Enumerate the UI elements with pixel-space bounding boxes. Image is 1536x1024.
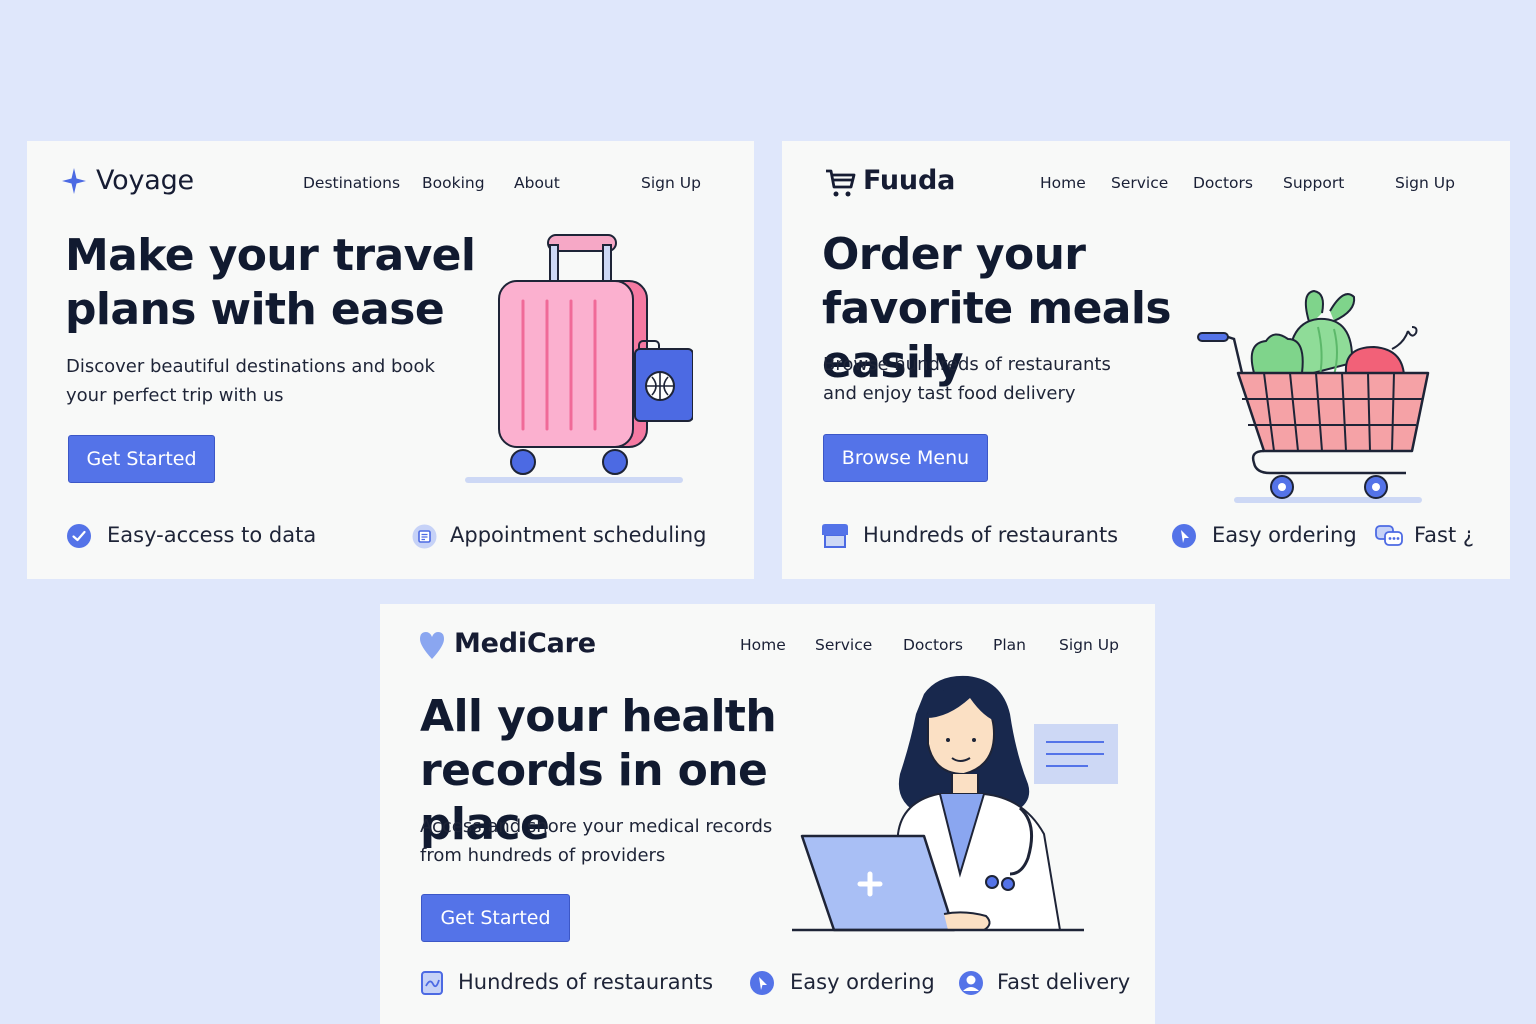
feature-restaurants: Hundreds of restaurants — [863, 523, 1119, 547]
nav-about[interactable]: About — [514, 174, 560, 192]
nav-sign-up[interactable]: Sign Up — [641, 174, 701, 192]
nav-sign-up[interactable]: Sign Up — [1395, 174, 1455, 192]
feature-restaurants: Hundreds of restaurants — [458, 970, 714, 994]
suitcase-passport-illustration — [463, 229, 693, 489]
user-icon — [958, 970, 984, 996]
nav-home[interactable]: Home — [1040, 174, 1086, 192]
doctor-laptop-illustration — [788, 674, 1128, 936]
feature-easy-ordering: Easy ordering — [790, 970, 935, 994]
pointer-icon — [749, 970, 775, 996]
feature-fast-delivery: Fast delivery — [997, 970, 1131, 994]
sparkle-icon — [61, 167, 87, 195]
feature-appointment: Appointment scheduling — [450, 523, 707, 547]
nav-doctors[interactable]: Doctors — [1193, 174, 1253, 192]
voyage-logo-text[interactable]: Voyage — [96, 165, 194, 196]
hero-subtitle: Discover beautiful destinations and book… — [66, 356, 435, 406]
calendar-icon — [412, 524, 437, 549]
feature-easy-ordering: Easy ordering — [1212, 523, 1357, 547]
pointer-icon — [1171, 523, 1197, 549]
voyage-card: Voyage Destinations Booking About Sign U… — [27, 141, 754, 579]
chat-icon — [1375, 523, 1403, 549]
medicare-logo-text[interactable]: MediCare — [454, 628, 596, 659]
store-icon — [821, 523, 849, 549]
get-started-button[interactable]: Get Started — [421, 894, 570, 942]
check-circle-icon — [66, 523, 92, 549]
feature-fast: Fast ¿ — [1414, 523, 1475, 547]
medicare-card: MediCare Home Service Doctors Plan Sign … — [380, 604, 1155, 1024]
nav-sign-up[interactable]: Sign Up — [1059, 636, 1119, 654]
nav-destinations[interactable]: Destinations — [303, 174, 400, 192]
hero-subtitle: Access and shore your medical records fr… — [420, 816, 773, 866]
nav-booking[interactable]: Booking — [422, 174, 485, 192]
nav-home[interactable]: Home — [740, 636, 786, 654]
fuuda-card: Fuuda Home Service Doctors Support Sign … — [782, 141, 1510, 579]
browse-menu-button[interactable]: Browse Menu — [823, 434, 988, 482]
get-started-button[interactable]: Get Started — [68, 435, 215, 483]
fuuda-logo-text[interactable]: Fuuda — [863, 165, 955, 196]
hero-title: Make your travel plans with ease — [65, 230, 476, 335]
feature-easy-access: Easy-access to data — [107, 523, 317, 547]
nav-service[interactable]: Service — [815, 636, 872, 654]
nav-plan[interactable]: Plan — [993, 636, 1026, 654]
nav-support[interactable]: Support — [1283, 174, 1344, 192]
document-icon — [420, 970, 444, 996]
heart-icon — [418, 630, 446, 660]
cart-logo-icon — [824, 167, 856, 199]
hero-subtitle: Browse hundreds of restaurants and enjoy… — [823, 354, 1111, 404]
nav-doctors[interactable]: Doctors — [903, 636, 963, 654]
shopping-cart-groceries-illustration — [1194, 283, 1434, 509]
nav-service[interactable]: Service — [1111, 174, 1168, 192]
